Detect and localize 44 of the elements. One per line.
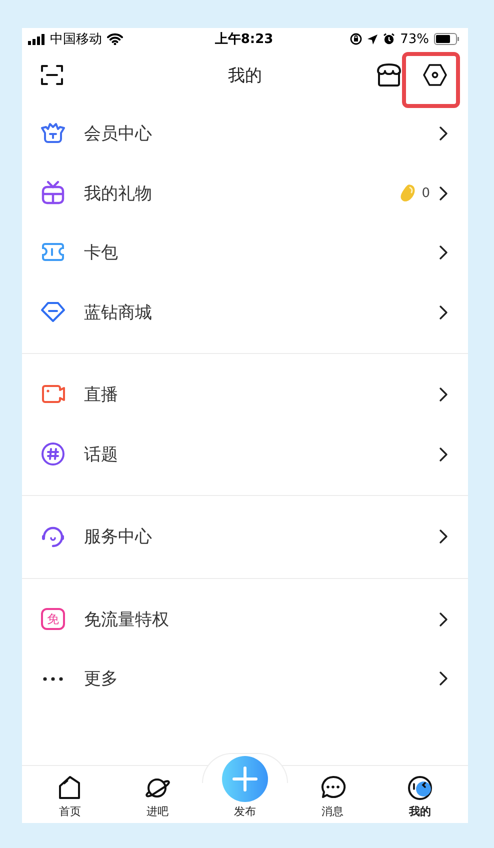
page-title: 我的 [228,64,262,86]
battery-percent: 73% [400,32,429,46]
menu-item[interactable]: 蓝钻商城 [22,282,468,342]
menu-item[interactable]: 我的礼物 0 [22,164,468,223]
battery-icon [434,33,460,45]
location-icon [367,34,378,44]
alarm-icon [383,33,396,45]
chevron-right-icon [439,529,448,544]
hashtag-icon [40,441,66,468]
menu-item[interactable]: 免 免流量特权 [22,590,468,649]
menu-item[interactable]: 更多 [22,649,468,708]
menu-item[interactable]: 直播 [22,365,468,424]
store-icon [376,63,402,87]
plus-icon [222,756,268,802]
chevron-right-icon [439,245,448,260]
signal-icon [28,34,45,44]
bean-icon [400,184,416,202]
menu-item[interactable]: 会员中心 [22,104,468,164]
carrier-name: 中国移动 [50,31,102,48]
menu-item[interactable]: 卡包 [22,223,468,282]
face-icon [406,774,434,802]
free-badge-icon [40,606,66,632]
menu-item[interactable]: 服务中心 [22,507,468,566]
tab[interactable]: 消息 [288,774,376,819]
highlight-frame [402,52,460,108]
chevron-right-icon [439,612,448,627]
tab[interactable]: 进吧 [114,774,202,819]
lock-rotation-icon [350,33,362,45]
settings-icon [422,63,448,87]
tab[interactable]: 首页 [26,774,114,819]
gift-icon [40,180,66,206]
chevron-right-icon [439,186,448,201]
wifi-icon [107,33,123,45]
tab[interactable]: 发布 [201,756,289,819]
chevron-right-icon [439,126,448,142]
more-icon [43,676,63,681]
menu-item[interactable]: 话题 [22,424,468,484]
tab[interactable]: 我的 [376,774,464,819]
chevron-right-icon [439,387,448,402]
chevron-right-icon [439,446,448,462]
chevron-right-icon [439,671,448,686]
scan-icon [40,64,64,86]
chevron-right-icon [439,304,448,320]
clock-time: 上午8:23 [214,31,274,48]
